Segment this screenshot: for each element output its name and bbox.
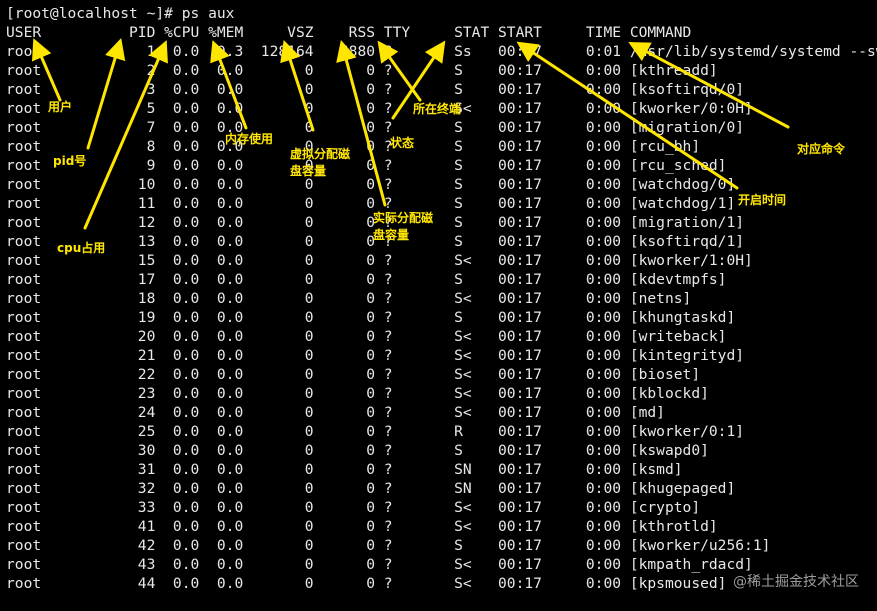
process-row: root 2 0.0 0.0 0 0 ? S 00:17 0:00 [kthre… <box>6 62 718 79</box>
annotation-pid: pid号 <box>53 154 87 168</box>
process-row: root 25 0.0 0.0 0 0 ? R 00:17 0:00 [kwor… <box>6 423 745 440</box>
process-row: root 10 0.0 0.0 0 0 ? S 00:17 0:00 [watc… <box>6 176 736 193</box>
process-row: root 44 0.0 0.0 0 0 ? S< 00:17 0:00 [kps… <box>6 575 727 592</box>
process-row: root 33 0.0 0.0 0 0 ? S< 00:17 0:00 [cry… <box>6 499 701 516</box>
process-row: root 31 0.0 0.0 0 0 ? SN 00:17 0:00 [ksm… <box>6 461 683 478</box>
process-row: root 8 0.0 0.0 0 0 ? S 00:17 0:00 [rcu_b… <box>6 138 701 155</box>
process-row: root 19 0.0 0.0 0 0 ? S 00:17 0:00 [khun… <box>6 309 736 326</box>
annotation-rss: 实际分配磁盘容量 <box>373 211 434 242</box>
terminal-window[interactable]: [root@localhost ~]# ps aux USER PID %CPU… <box>0 0 877 611</box>
process-row: root 23 0.0 0.0 0 0 ? S< 00:17 0:00 [kbl… <box>6 385 709 402</box>
process-row: root 32 0.0 0.0 0 0 ? SN 00:17 0:00 [khu… <box>6 480 736 497</box>
process-row: root 22 0.0 0.0 0 0 ? S< 00:17 0:00 [bio… <box>6 366 701 383</box>
process-row: root 24 0.0 0.0 0 0 ? S< 00:17 0:00 [md] <box>6 404 665 421</box>
annotation-user: 用户 <box>48 100 73 114</box>
process-row: root 18 0.0 0.0 0 0 ? S< 00:17 0:00 [net… <box>6 290 692 307</box>
process-row: root 21 0.0 0.0 0 0 ? S< 00:17 0:00 [kin… <box>6 347 745 364</box>
annotation-command: 对应命令 <box>797 142 846 156</box>
process-row: root 15 0.0 0.0 0 0 ? S< 00:17 0:00 [kwo… <box>6 252 753 269</box>
table-header: USER PID %CPU %MEM VSZ RSS TTY STAT STAR… <box>6 24 692 41</box>
annotation-vsz: 虚拟分配磁盘容量 <box>290 147 351 178</box>
process-row: root 42 0.0 0.0 0 0 ? S 00:17 0:00 [kwor… <box>6 537 771 554</box>
annotation-mem: 内存使用 <box>225 132 274 146</box>
annotation-stat: 状态 <box>390 136 415 150</box>
process-row: root 9 0.0 0.0 0 0 ? S 00:17 0:00 [rcu_s… <box>6 157 727 174</box>
process-row: root 3 0.0 0.0 0 0 ? S 00:17 0:00 [ksoft… <box>6 81 745 98</box>
annotation-cpu: cpu占用 <box>57 241 106 255</box>
process-row: root 43 0.0 0.0 0 0 ? S< 00:17 0:00 [kmp… <box>6 556 753 573</box>
process-row: root 41 0.0 0.0 0 0 ? S< 00:17 0:00 [kth… <box>6 518 718 535</box>
process-row: root 5 0.0 0.0 0 0 ? S< 00:17 0:00 [kwor… <box>6 100 753 117</box>
command-prompt: [root@localhost ~]# ps aux <box>6 5 235 22</box>
annotation-tty: 所在终端 <box>413 102 462 116</box>
process-row: root 7 0.0 0.0 0 0 ? S 00:17 0:00 [migra… <box>6 119 745 136</box>
process-row: root 17 0.0 0.0 0 0 ? S 00:17 0:00 [kdev… <box>6 271 727 288</box>
watermark: @稀土掘金技术社区 <box>733 574 859 590</box>
annotation-start: 开启时间 <box>738 193 787 207</box>
process-row: root 20 0.0 0.0 0 0 ? S< 00:17 0:00 [wri… <box>6 328 727 345</box>
process-row: root 30 0.0 0.0 0 0 ? S 00:17 0:00 [kswa… <box>6 442 709 459</box>
process-row: root 1 0.0 0.3 128164 6880 ? Ss 00:17 0:… <box>6 43 877 60</box>
process-row: root 11 0.0 0.0 0 0 ? S 00:17 0:00 [watc… <box>6 195 736 212</box>
